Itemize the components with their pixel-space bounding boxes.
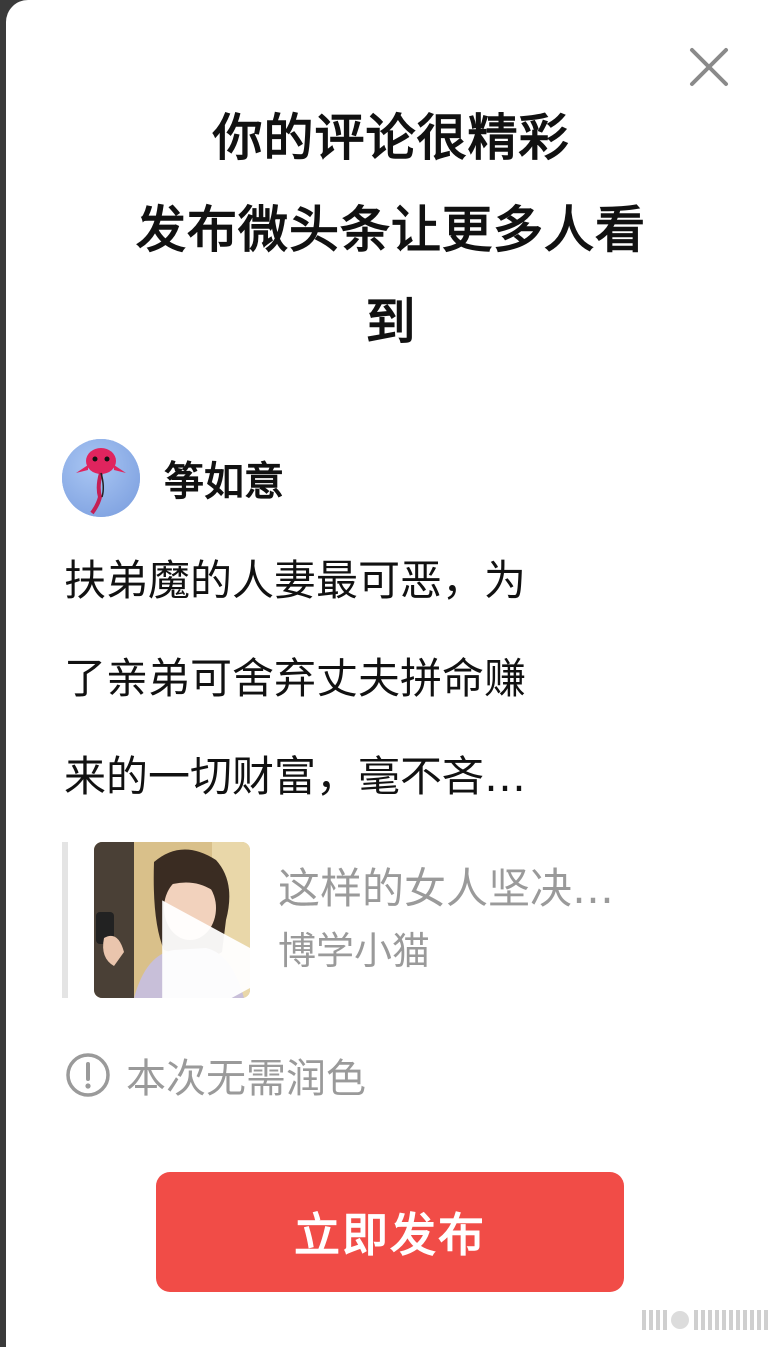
play-icon bbox=[162, 900, 250, 998]
info-circle-icon bbox=[64, 1051, 112, 1099]
quoted-post-title: 这样的女人坚决… bbox=[278, 864, 615, 913]
avatar bbox=[62, 439, 140, 517]
author-row: 筝如意 bbox=[62, 438, 284, 518]
author-name: 筝如意 bbox=[164, 459, 284, 505]
comment-line: 扶弟魔的人妻最可恶，为 bbox=[64, 556, 527, 605]
kite-avatar-icon bbox=[62, 439, 140, 517]
title-line: 你的评论很精彩 bbox=[212, 109, 570, 167]
video-thumbnail[interactable] bbox=[94, 842, 250, 998]
comment-text: 扶弟魔的人妻最可恶，为 了亲弟可舍弃丈夫拼命赚 来的一切财富，毫不吝… bbox=[64, 532, 694, 826]
quoted-post[interactable]: 这样的女人坚决… 博学小猫 bbox=[62, 842, 728, 998]
publish-dialog: 你的评论很精彩 发布微头条让更多人看 到 筝如意 扶弟魔的人妻最可恶，为 了亲弟… bbox=[6, 0, 777, 1347]
title-line: 发布微头条让更多人看 bbox=[136, 201, 646, 259]
notice-text: 本次无需润色 bbox=[126, 1056, 366, 1102]
notice-row: 本次无需润色 bbox=[64, 1046, 366, 1104]
quoted-post-text: 这样的女人坚决… 博学小猫 bbox=[278, 858, 614, 982]
dialog-title: 你的评论很精彩 发布微头条让更多人看 到 bbox=[66, 92, 716, 368]
title-line: 到 bbox=[365, 293, 417, 351]
watermark bbox=[640, 1306, 772, 1334]
comment-line: 来的一切财富，毫不吝… bbox=[64, 752, 527, 801]
close-button[interactable] bbox=[684, 42, 734, 92]
quoted-post-author: 博学小猫 bbox=[278, 929, 431, 973]
close-icon bbox=[690, 48, 728, 86]
comment-line: 了亲弟可舍弃丈夫拼命赚 bbox=[64, 654, 527, 703]
publish-button[interactable]: 立即发布 bbox=[156, 1172, 624, 1292]
